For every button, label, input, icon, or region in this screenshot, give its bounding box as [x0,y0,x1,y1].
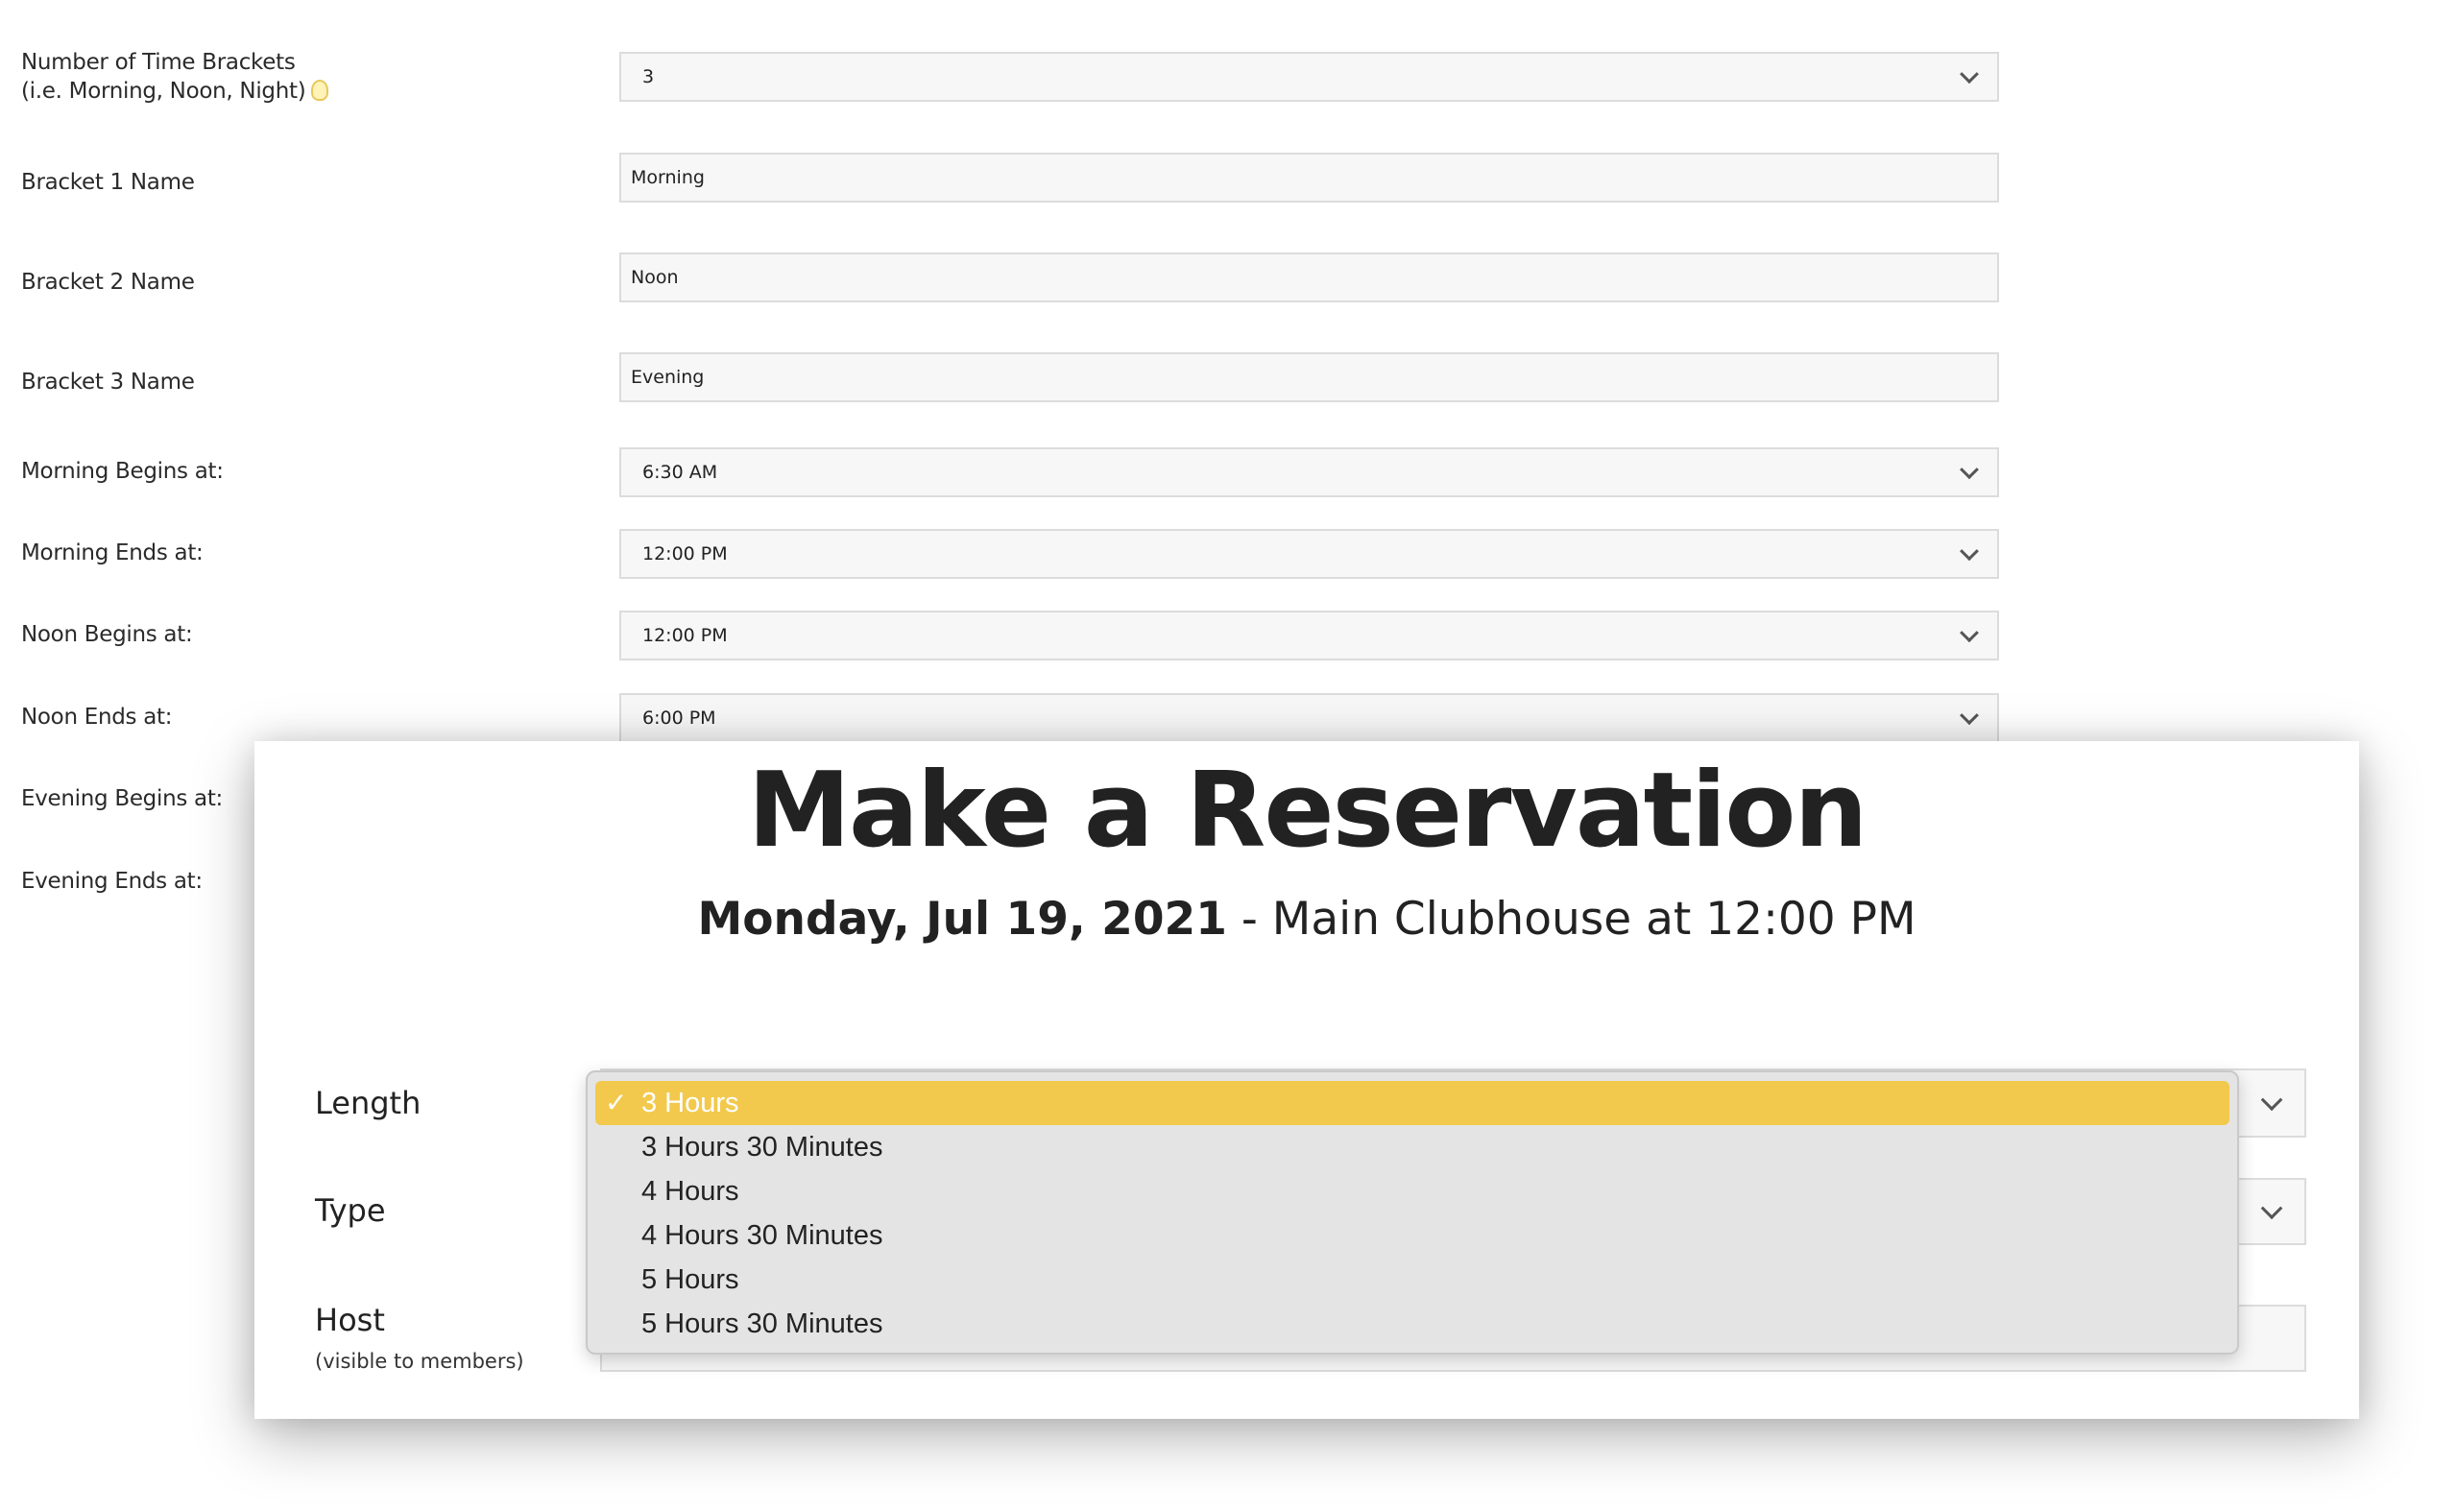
length-label: Length [315,1085,422,1121]
length-option-label: 3 Hours 30 Minutes [641,1132,883,1163]
bracket-1-name-label: Bracket 1 Name [21,170,195,195]
morning-ends-label: Morning Ends at: [21,540,204,565]
bracket-3-name-input[interactable]: Evening [619,352,1999,402]
length-option[interactable]: 3 Hours 30 Minutes [595,1125,2229,1169]
evening-begins-label: Evening Begins at: [21,786,224,811]
noon-begins-label: Noon Begins at: [21,622,193,647]
length-option[interactable]: 4 Hours [595,1169,2229,1213]
type-label: Type [315,1192,386,1229]
noon-ends-label: Noon Ends at: [21,705,173,730]
length-option-label: 4 Hours [641,1176,739,1207]
morning-ends-select[interactable]: 12:00 PM [619,529,1999,579]
morning-begins-value: 6:30 AM [642,462,718,483]
chevron-down-icon [1960,623,1979,643]
chevron-down-icon [1960,541,1979,562]
chevron-down-icon [2260,1089,2283,1112]
bracket-2-name-label: Bracket 2 Name [21,270,195,295]
length-option-label: 4 Hours 30 Minutes [641,1220,883,1251]
noon-ends-select[interactable]: 6:00 PM [619,693,1999,743]
morning-ends-value: 12:00 PM [642,543,728,564]
evening-ends-label: Evening Ends at: [21,869,203,894]
host-sublabel: (visible to members) [315,1350,524,1373]
bracket-2-name-input[interactable]: Noon [619,252,1999,302]
lightbulb-icon[interactable] [311,79,329,101]
noon-begins-value: 12:00 PM [642,625,728,646]
bracket-1-name-input[interactable]: Morning [619,153,1999,203]
length-option[interactable]: 5 Hours [595,1258,2229,1302]
chevron-down-icon [2260,1197,2283,1220]
reservation-date: Monday, Jul 19, 2021 [697,893,1227,946]
length-dropdown-list[interactable]: ✓ 3 Hours 3 Hours 30 Minutes 4 Hours 4 H… [586,1070,2239,1355]
length-option-selected[interactable]: ✓ 3 Hours [595,1081,2229,1125]
brackets-count-select[interactable]: 3 [619,52,1999,102]
length-option-label: 5 Hours [641,1264,739,1295]
length-option-label: 5 Hours 30 Minutes [641,1308,883,1339]
brackets-count-value: 3 [642,66,655,87]
morning-begins-select[interactable]: 6:30 AM [619,447,1999,497]
bracket-3-name-label: Bracket 3 Name [21,370,195,395]
modal-title: Make a Reservation [747,751,1868,871]
length-option[interactable]: 5 Hours 30 Minutes [595,1302,2229,1346]
brackets-count-label-line2: (i.e. Morning, Noon, Night) [21,77,329,106]
reservation-location: Main Clubhouse at 12:00 PM [1271,893,1916,946]
length-option-label: 3 Hours [641,1088,739,1118]
host-label: Host [315,1302,385,1338]
chevron-down-icon [1960,706,1979,726]
checkmark-icon: ✓ [605,1088,628,1117]
morning-begins-label: Morning Begins at: [21,459,224,484]
noon-ends-value: 6:00 PM [642,708,716,729]
brackets-count-label: Number of Time Brackets (i.e. Morning, N… [21,48,329,106]
chevron-down-icon [1960,460,1979,480]
noon-begins-select[interactable]: 12:00 PM [619,611,1999,660]
chevron-down-icon [1960,64,1979,84]
brackets-count-label-line1: Number of Time Brackets [21,50,296,75]
length-option[interactable]: 4 Hours 30 Minutes [595,1213,2229,1258]
brackets-count-hint: (i.e. Morning, Noon, Night) [21,79,306,104]
reservation-summary: Monday, Jul 19, 2021 - Main Clubhouse at… [254,893,2359,946]
summary-separator: - [1226,893,1272,946]
